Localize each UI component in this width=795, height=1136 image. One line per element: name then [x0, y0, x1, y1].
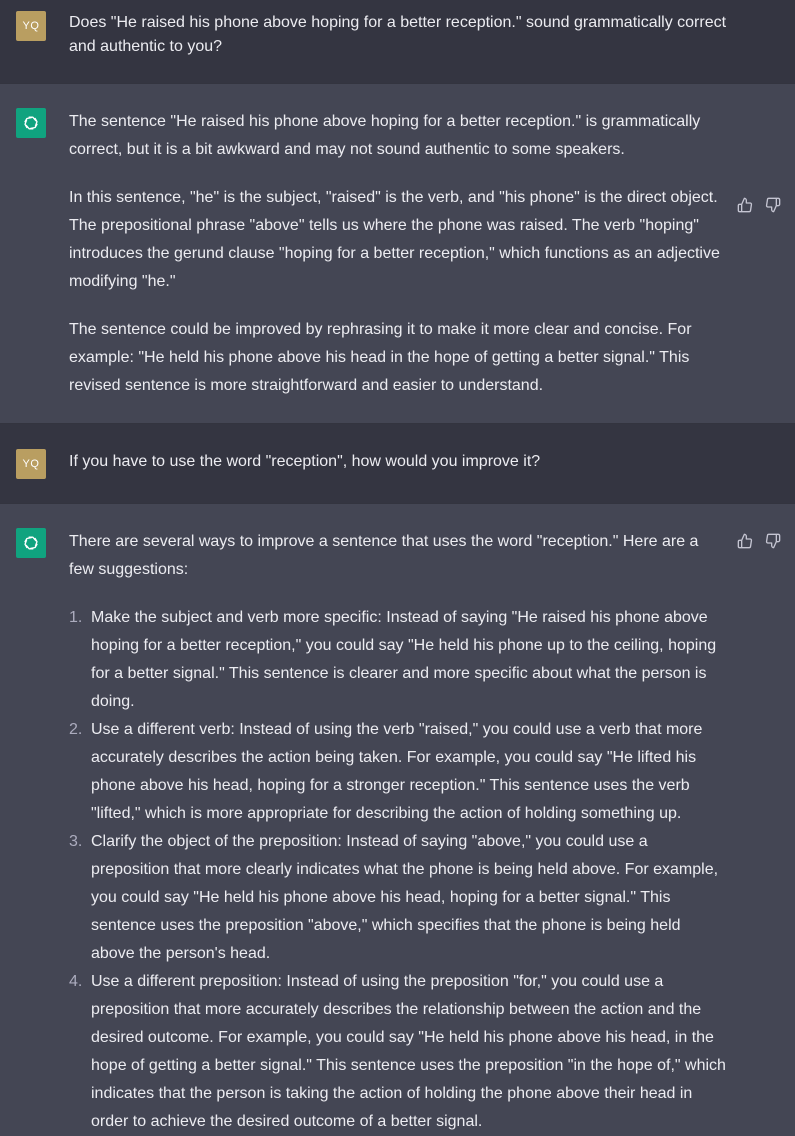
assistant-message-content: The sentence "He raised his phone above …	[69, 108, 727, 400]
list-item-text: Make the subject and verb more specific:…	[91, 609, 717, 710]
user-message-text: If you have to use the word "reception",…	[69, 453, 541, 470]
assistant-avatar	[16, 108, 46, 138]
openai-logo-icon	[21, 533, 41, 553]
list-item: 3. Clarify the object of the preposition…	[69, 828, 727, 968]
thumbs-down-icon[interactable]	[765, 197, 781, 213]
assistant-paragraph: The sentence could be improved by rephra…	[69, 321, 692, 394]
assistant-intro: There are several ways to improve a sent…	[69, 533, 699, 578]
assistant-message: There are several ways to improve a sent…	[0, 504, 795, 1136]
thumbs-up-icon[interactable]	[737, 533, 753, 549]
openai-logo-icon	[21, 113, 41, 133]
list-item: 2. Use a different verb: Instead of usin…	[69, 716, 727, 828]
list-item-text: Clarify the object of the preposition: I…	[91, 833, 719, 962]
assistant-message-content: There are several ways to improve a sent…	[69, 528, 727, 1136]
user-message-content: If you have to use the word "reception",…	[69, 450, 727, 474]
assistant-avatar	[16, 528, 46, 558]
user-message: YQ Does "He raised his phone above hopin…	[0, 0, 795, 84]
list-item-text: Use a different preposition: Instead of …	[91, 973, 726, 1130]
list-item: 1. Make the subject and verb more specif…	[69, 604, 727, 716]
user-avatar: YQ	[16, 449, 46, 479]
user-message: YQ If you have to use the word "receptio…	[0, 424, 795, 504]
suggestion-list: 1. Make the subject and verb more specif…	[69, 604, 727, 1136]
user-avatar: YQ	[16, 11, 46, 41]
user-avatar-initials: YQ	[22, 20, 40, 32]
assistant-paragraph: The sentence "He raised his phone above …	[69, 113, 701, 158]
list-item-number: 1.	[69, 609, 83, 626]
assistant-paragraph: In this sentence, "he" is the subject, "…	[69, 189, 720, 290]
feedback-actions	[737, 533, 781, 549]
list-item-text: Use a different verb: Instead of using t…	[91, 721, 703, 822]
assistant-message: The sentence "He raised his phone above …	[0, 84, 795, 424]
user-message-content: Does "He raised his phone above hoping f…	[69, 11, 727, 59]
list-item-number: 3.	[69, 833, 83, 850]
list-item: 4. Use a different preposition: Instead …	[69, 968, 727, 1136]
feedback-actions	[737, 197, 781, 213]
thumbs-down-icon[interactable]	[765, 533, 781, 549]
conversation-thread: YQ Does "He raised his phone above hopin…	[0, 0, 795, 1136]
list-item-number: 2.	[69, 721, 83, 738]
thumbs-up-icon[interactable]	[737, 197, 753, 213]
list-item-number: 4.	[69, 973, 83, 990]
user-avatar-initials: YQ	[22, 458, 40, 470]
user-message-text: Does "He raised his phone above hoping f…	[69, 14, 727, 55]
